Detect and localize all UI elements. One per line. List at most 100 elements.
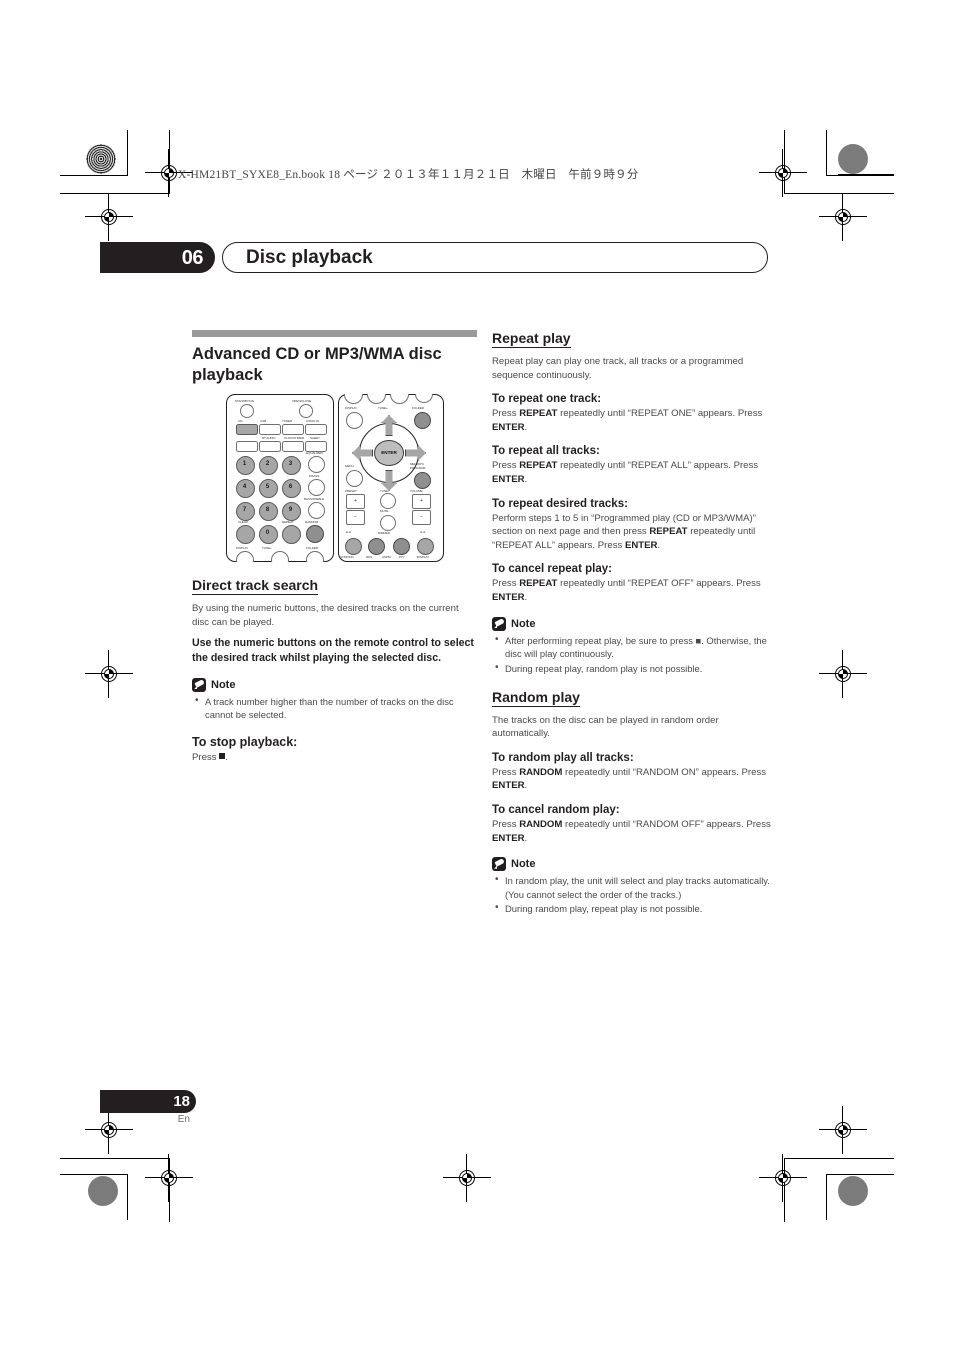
book-file-header: X-HM21BT_SYXE8_En.book 18 ページ ２０１３年１１月２１…	[178, 169, 639, 181]
note-list-repeat-play: After performing repeat play, be sure to…	[492, 633, 777, 676]
menu-button[interactable]	[346, 470, 363, 487]
key-name: REPEAT	[519, 460, 558, 472]
open-close-button[interactable]	[299, 404, 313, 418]
run-text: .	[657, 539, 661, 551]
heading-random-all-tracks: To random play all tracks:	[492, 751, 634, 764]
partial-key-c[interactable]	[415, 394, 433, 403]
run-text: Press	[492, 408, 520, 420]
label-audio-in: AUDIO IN	[306, 419, 319, 423]
usb-button[interactable]	[259, 424, 281, 435]
label-pty: PTY	[399, 555, 405, 559]
label-cd: CD	[238, 419, 243, 423]
random-all-tracks-text: Press RANDOM repeatedly until “RANDOM ON…	[492, 766, 777, 793]
section-rule	[192, 330, 477, 337]
run-text: .	[524, 592, 528, 604]
folder-button[interactable]	[414, 412, 431, 429]
halftone-target	[838, 144, 868, 174]
halftone-target	[838, 1176, 868, 1206]
partial-key-b[interactable]	[390, 394, 409, 404]
random-button[interactable]	[306, 525, 324, 543]
direct-track-search-instruction: Use the numeric buttons on the remote co…	[192, 637, 474, 665]
sleep-button[interactable]	[282, 441, 304, 452]
repeat-desired-tracks-text: Perform steps 1 to 5 in “Programmed play…	[492, 512, 777, 553]
crop-mark	[60, 193, 170, 195]
audio-in-button[interactable]	[305, 424, 327, 435]
repeat-all-tracks-text: Press REPEAT repeatedly until “REPEAT AL…	[492, 459, 777, 486]
list-item: A track number higher than the number of…	[192, 694, 477, 722]
page-title: Advanced CD or MP3/WMA disc playback	[192, 345, 442, 384]
numeric-key-6-label: 6	[288, 484, 293, 490]
cancel-repeat-play-text: Press REPEAT repeatedly until “REPEAT OF…	[492, 577, 777, 604]
standby-on-button[interactable]	[240, 404, 254, 418]
p-bass-button[interactable]	[308, 479, 325, 496]
cd-button[interactable]	[236, 424, 258, 435]
preset-down-button[interactable]: −	[346, 510, 365, 525]
key-name: REPEAT	[649, 526, 688, 538]
key-name: RANDOM	[519, 819, 563, 831]
label-st-mono: ST/MONO	[340, 555, 354, 559]
cancel-random-play-text: Press RANDOM repeatedly until “RANDOM OF…	[492, 818, 777, 845]
label-usb: USB	[260, 419, 267, 423]
display-button[interactable]	[346, 412, 363, 429]
preset-up-button[interactable]: +	[346, 494, 365, 509]
tuner-button[interactable]	[282, 424, 304, 435]
memory-program-button[interactable]	[414, 472, 431, 489]
label-dimmer: DIMMER	[378, 531, 390, 535]
volume-up-button[interactable]: +	[412, 494, 431, 509]
bt-audio-button[interactable]	[236, 441, 258, 452]
run-text: Press	[492, 819, 520, 831]
numeric-key-3-label: 3	[288, 461, 293, 467]
label-menu: MENU	[345, 464, 354, 468]
key-name: ENTER	[624, 539, 658, 551]
trim-rule	[838, 173, 894, 175]
label-random: RANDOM	[305, 520, 319, 524]
volume-down-button[interactable]: −	[412, 510, 431, 525]
crop-mark	[784, 1158, 894, 1160]
stop-suffix: .	[225, 751, 228, 763]
label-memory-program: MEMORY/PROGRAM	[410, 462, 426, 470]
label-tune-plus-left: TUNE+	[262, 546, 272, 550]
label-clock-timer: CLOCK/TIMER	[284, 436, 305, 440]
equalizer-button[interactable]	[308, 456, 325, 473]
label-bass-treble: BASS/TREBLE	[304, 497, 325, 501]
bass-treble-button[interactable]	[308, 502, 325, 519]
enter-button[interactable]: ENTER	[374, 440, 404, 466]
clock-timer-button[interactable]	[259, 441, 281, 452]
page-number: 18	[173, 1093, 190, 1110]
crop-mark	[826, 1174, 894, 1176]
numeric-key-4-label: 4	[242, 484, 247, 490]
folder-button-left[interactable]	[306, 551, 324, 562]
chapter-title: Disc playback	[246, 247, 373, 268]
crop-mark	[60, 1174, 128, 1176]
list-item: After performing repeat play, be sure to…	[492, 633, 777, 661]
rewind-button[interactable]	[345, 538, 362, 555]
remote-left-controls: STANDBY/ON OPEN/CLOSE CD USB TUNER AUDIO…	[226, 394, 334, 562]
repeat-button[interactable]	[282, 525, 301, 544]
label-display-right: DISPLAY	[345, 406, 358, 410]
tune-plus-button-left[interactable]	[271, 551, 289, 562]
registration-mark	[819, 193, 867, 241]
note-pen-icon	[492, 857, 506, 872]
label-tuner: TUNER	[282, 419, 293, 423]
halftone-target	[86, 144, 116, 174]
play-pause-button[interactable]	[393, 538, 410, 555]
clear-button[interactable]	[236, 525, 255, 544]
display-button-left[interactable]	[236, 551, 254, 562]
registration-mark	[443, 1154, 491, 1202]
note-header-repeat: Note	[492, 616, 777, 631]
chapter-number: 06	[181, 247, 204, 269]
label-preset: PRESET	[345, 489, 357, 493]
registration-mark	[85, 650, 133, 698]
label-repeat: REPEAT	[282, 520, 294, 524]
forward-button[interactable]	[417, 538, 434, 555]
heading-repeat-all-tracks: To repeat all tracks:	[492, 445, 600, 458]
partial-key-a[interactable]	[344, 394, 363, 404]
page-language: En	[177, 1114, 190, 1125]
mute-button[interactable]	[380, 493, 396, 509]
dimmer-button[interactable]	[380, 515, 396, 531]
stop-button[interactable]	[368, 538, 385, 555]
note-list-direct-track-search: A track number higher than the number of…	[192, 694, 477, 722]
label-equalizer: EQUALIZER	[306, 451, 323, 455]
registration-mark	[85, 193, 133, 241]
run-text: repeatedly until “RANDOM ON” appears. Pr…	[562, 766, 767, 778]
